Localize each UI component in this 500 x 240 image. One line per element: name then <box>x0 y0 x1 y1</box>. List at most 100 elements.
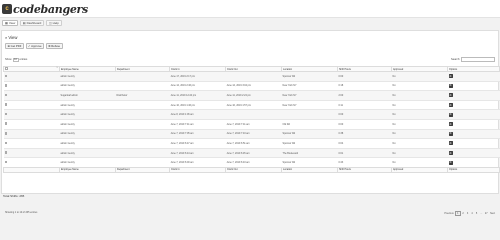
show-prefix: Show <box>5 58 12 62</box>
table-cell <box>115 138 170 149</box>
button-label: Get PDF <box>10 44 22 48</box>
select-all-checkbox[interactable] <box>5 67 8 70</box>
column-header[interactable]: Location <box>281 66 338 72</box>
gear-icon[interactable]: ⚙ <box>448 83 453 88</box>
table-info: Showing 1 to 10 of 265 entries <box>5 211 38 214</box>
refuse-button[interactable]: ⊗ Refuse <box>45 43 63 49</box>
row-select-cell[interactable] <box>3 147 60 158</box>
page-button[interactable]: 5 <box>475 211 479 216</box>
table-cell: June 10, 2019 1:46 pm <box>169 99 226 110</box>
column-header[interactable]: Clock Out <box>225 66 282 72</box>
table-cell: Sponsor Rd <box>281 128 338 139</box>
table-row[interactable]: admin Gentry June 10, 2019 1:46 pm June 10… <box>3 99 500 110</box>
tab-label: Help <box>52 21 59 25</box>
entries-select[interactable]: 10 <box>12 58 19 62</box>
tab-help[interactable]: ◫ Help <box>45 20 62 26</box>
search-input[interactable] <box>461 57 495 62</box>
page-button[interactable]: 1 <box>455 211 461 216</box>
gear-icon[interactable]: ⚙ <box>448 122 453 127</box>
row-checkbox[interactable] <box>4 112 8 116</box>
panel-title: ⌕ View <box>5 35 17 40</box>
nav-tabs: ▦ View ▤ Dashboard ◫ Help <box>2 20 62 26</box>
row-checkbox[interactable] <box>4 93 8 97</box>
table-row[interactable]: admin Gentry June 7, 2019 6:00 am June 7, … <box>3 157 500 168</box>
row-select-cell[interactable] <box>3 138 60 149</box>
table-row[interactable]: admin Gentry June 7, 2019 7:41 am June 7, … <box>3 118 500 130</box>
row-checkbox[interactable] <box>4 151 8 154</box>
table-cell: No <box>391 118 448 130</box>
table-cell: No <box>391 128 448 139</box>
row-checkbox[interactable] <box>4 160 8 164</box>
table-cell <box>225 109 282 120</box>
row-select-cell[interactable] <box>3 118 60 130</box>
view-panel: ⌕ View ⊕ Get PDF ✓ Approve ⊗ Refuse Show… <box>1 30 500 216</box>
tab-dashboard[interactable]: ▤ Dashboard <box>19 20 45 26</box>
logo-mark: c <box>2 4 12 14</box>
tab-label: View <box>8 21 16 25</box>
table-row[interactable]: admin Gentry June 8, 2019 1:06 am 0:00 No ⚙ <box>3 109 500 120</box>
search-icon: ⌕ <box>5 35 8 40</box>
row-checkbox[interactable] <box>4 141 8 145</box>
row-checkbox[interactable] <box>4 74 8 78</box>
gear-icon[interactable]: ⚙ <box>448 103 453 108</box>
table-cell: 0:11 <box>337 99 392 110</box>
table-row[interactable]: Sugarloaf admin Distributor June 11, 2019 … <box>3 90 500 101</box>
table-cell: No <box>391 157 448 168</box>
row-checkbox[interactable] <box>4 132 8 135</box>
page-button[interactable]: 2 <box>461 211 465 216</box>
row-select-cell[interactable] <box>3 157 60 168</box>
page-button[interactable]: 3 <box>466 211 470 216</box>
row-checkbox[interactable] <box>4 84 8 87</box>
options-cell: ⚙ <box>447 147 500 158</box>
gear-icon[interactable]: ⚙ <box>448 141 453 146</box>
sort-icon: ⇅ <box>56 67 58 70</box>
options-cell: ⚙ <box>447 80 500 91</box>
table-cell: Sponsor Rd <box>281 71 338 82</box>
table-cell: June 17, 2019 2:17 pm <box>169 71 226 82</box>
dashboard-icon: ▤ <box>22 21 26 25</box>
table-cell: No <box>391 109 448 120</box>
column-header[interactable]: Clock In <box>169 66 226 72</box>
brand-logo[interactable]: c codebangers <box>2 2 88 16</box>
table-cell: No <box>391 90 448 101</box>
previous-page-button[interactable]: Previous <box>443 211 454 216</box>
next-page-button[interactable]: Next <box>489 211 496 216</box>
gear-icon[interactable]: ⚙ <box>448 74 453 79</box>
row-checkbox[interactable] <box>4 103 8 106</box>
column-header: Options <box>447 66 500 72</box>
table-cell: admin Gentry <box>59 138 116 149</box>
column-header[interactable]: Department <box>115 66 170 72</box>
gear-icon[interactable]: ⚙ <box>448 160 453 165</box>
table-row[interactable]: admin Gentry June 12, 2019 2:46 pm June 12… <box>3 80 500 91</box>
row-select-cell[interactable] <box>3 99 60 110</box>
table-row[interactable]: admin Gentry June 7, 2019 6:47 am June 7, … <box>3 138 500 149</box>
row-select-cell[interactable] <box>3 128 60 139</box>
row-checkbox[interactable] <box>4 122 8 126</box>
get-pdf-button[interactable]: ⊕ Get PDF <box>5 43 25 49</box>
table-cell: New York NY <box>281 80 338 91</box>
column-footer: Shift Hours <box>337 166 392 173</box>
table-row[interactable]: admin Gentry June 7, 2019 7:05 am June 7, … <box>3 128 500 139</box>
table-cell: June 7, 2019 6:51 am <box>225 138 282 149</box>
gear-icon[interactable]: ⚙ <box>448 112 453 117</box>
page-button[interactable]: 4 <box>470 211 474 216</box>
row-select-cell[interactable] <box>3 109 60 120</box>
gear-icon[interactable]: ⚙ <box>448 151 453 156</box>
row-select-cell[interactable] <box>3 71 60 82</box>
gear-icon[interactable]: ⚙ <box>448 131 453 136</box>
table-cell: No <box>391 99 448 110</box>
column-header[interactable]: Employee Name <box>59 66 116 72</box>
row-select-cell[interactable] <box>3 90 60 101</box>
table-row[interactable]: admin Gentry June 7, 2019 6:44 am June 7, … <box>3 147 500 158</box>
row-select-cell[interactable] <box>3 80 60 91</box>
select-all-header[interactable]: ⇅ <box>3 66 60 72</box>
approve-button[interactable]: ✓ Approve <box>25 43 45 49</box>
gear-icon[interactable]: ⚙ <box>448 93 453 98</box>
page-button[interactable]: 27 <box>484 211 489 216</box>
column-header[interactable]: Approved <box>391 66 448 72</box>
tab-view[interactable]: ▦ View <box>2 20 19 26</box>
column-footer: Options <box>447 166 500 173</box>
table-row[interactable]: admin Gentry June 17, 2019 2:17 pm Sponsor… <box>3 71 500 82</box>
table-cell: June 7, 2019 7:41 am <box>169 118 226 130</box>
column-header[interactable]: Shift Hours <box>337 66 392 72</box>
